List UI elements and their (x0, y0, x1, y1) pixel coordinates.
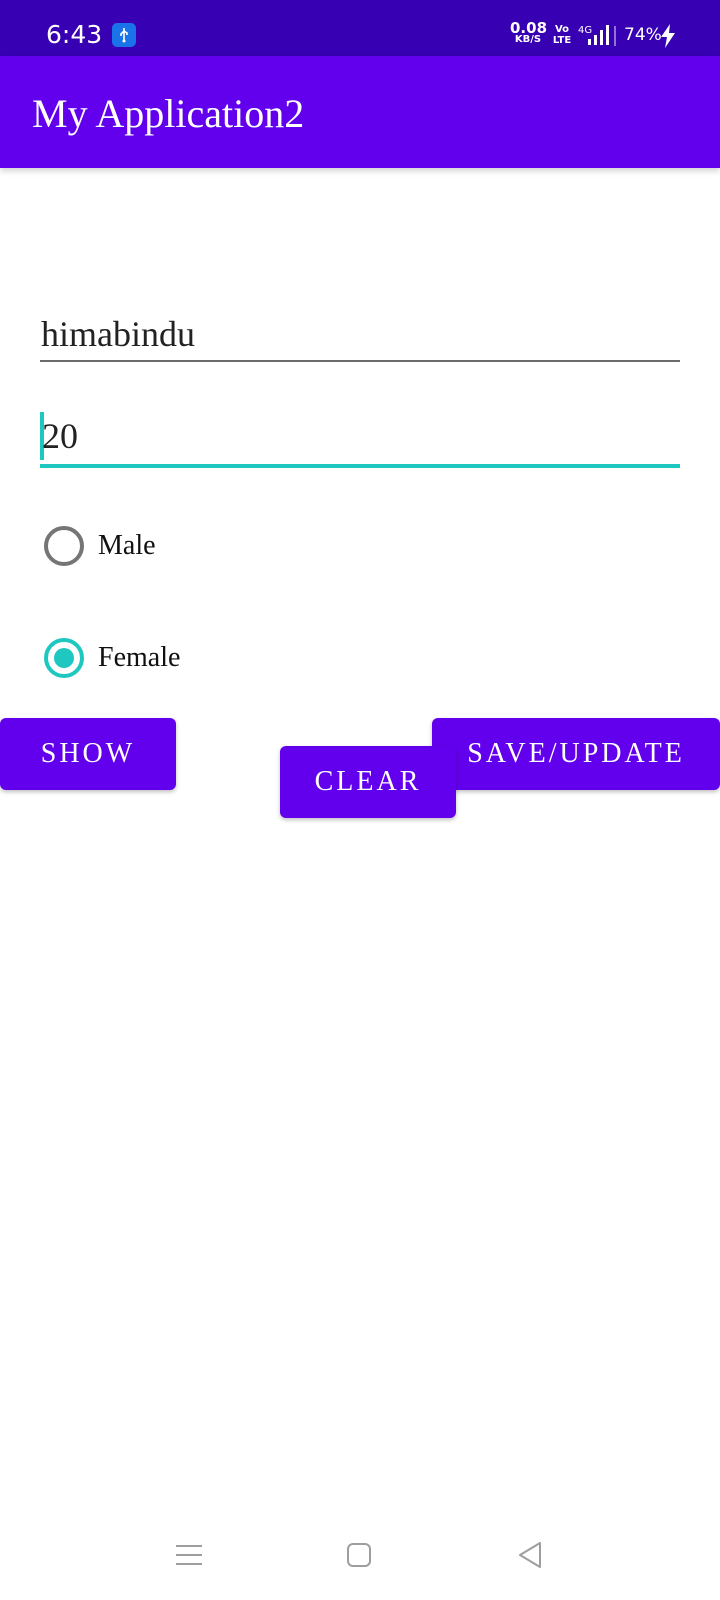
radio-female-circle[interactable] (44, 638, 84, 678)
usb-icon (112, 23, 136, 47)
charging-icon (660, 24, 676, 52)
signal-icon: 4G (578, 22, 614, 52)
menu-icon[interactable] (176, 1542, 202, 1573)
status-separator (614, 26, 616, 46)
status-time: 6:43 (46, 20, 103, 49)
age-field-value: 20 (42, 416, 78, 456)
network-speed: 0.08 KB/S (510, 19, 548, 46)
network-type: 4G (578, 25, 592, 36)
radio-female-label: Female (98, 642, 181, 673)
name-field[interactable]: himabindu (40, 312, 680, 362)
save-update-button[interactable]: SAVE/UPDATE (432, 718, 720, 790)
battery-level: 74% (624, 25, 662, 45)
clear-button[interactable]: CLEAR (280, 746, 456, 818)
show-button[interactable]: SHOW (0, 718, 176, 790)
back-icon[interactable] (516, 1540, 544, 1575)
radio-male-circle[interactable] (44, 526, 84, 566)
name-field-value: himabindu (41, 314, 195, 354)
home-icon[interactable] (346, 1542, 372, 1573)
app-title: My Application2 (32, 91, 305, 136)
volte-indicator: Vo LTE (552, 24, 572, 46)
navigation-bar (0, 1520, 720, 1600)
age-field[interactable]: 20 (40, 412, 680, 468)
status-bar: 6:43 0.08 KB/S Vo LTE 4G 74% (0, 0, 720, 56)
radio-female[interactable]: Female (44, 638, 180, 678)
app-bar: My Application2 (0, 56, 720, 168)
radio-male-label: Male (98, 530, 156, 561)
radio-male[interactable]: Male (44, 526, 156, 566)
